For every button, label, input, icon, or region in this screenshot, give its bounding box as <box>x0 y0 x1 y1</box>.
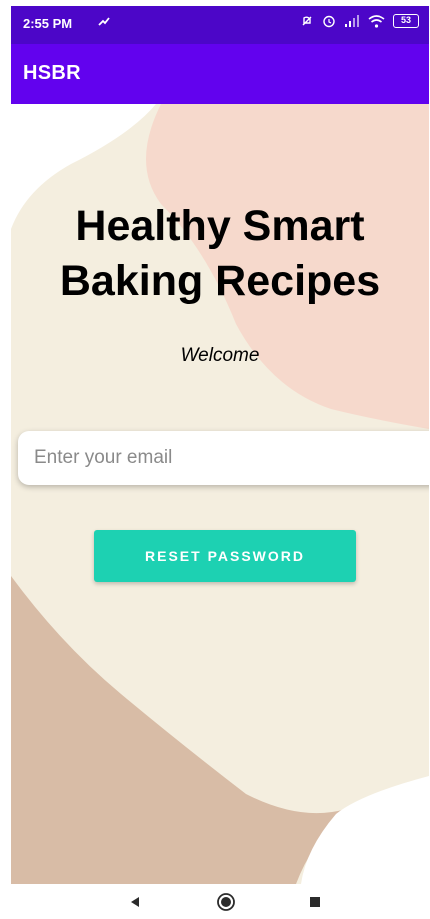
app-title: HSBR <box>23 62 81 84</box>
battery-level: 53 <box>400 15 411 25</box>
status-time: 2:55 PM <box>23 16 73 31</box>
status-icons: 53 <box>300 14 419 28</box>
status-bar: 2:55 PM 53 <box>11 6 429 44</box>
wifi-icon <box>368 14 385 28</box>
headline: Healthy Smart Baking Recipes <box>59 202 381 305</box>
content-area: Healthy Smart Baking Recipes Welcome RES… <box>11 104 429 884</box>
navigation-bar <box>11 884 429 919</box>
back-icon[interactable] <box>123 890 147 914</box>
alarm-icon <box>322 14 336 28</box>
battery-icon: 53 <box>393 14 419 28</box>
home-icon[interactable] <box>214 890 238 914</box>
recents-icon[interactable] <box>303 890 327 914</box>
signal-icon <box>344 15 360 27</box>
mute-icon <box>300 14 314 28</box>
subtitle: Welcome <box>180 345 260 366</box>
phone-screen: 2:55 PM 53 HSBR Healthy Smart Baking Rec… <box>11 6 429 919</box>
app-bar: HSBR <box>11 44 429 104</box>
status-notification-icon <box>97 15 111 34</box>
reset-password-button[interactable]: RESET PASSWORD <box>94 530 356 582</box>
email-field[interactable] <box>18 431 429 485</box>
